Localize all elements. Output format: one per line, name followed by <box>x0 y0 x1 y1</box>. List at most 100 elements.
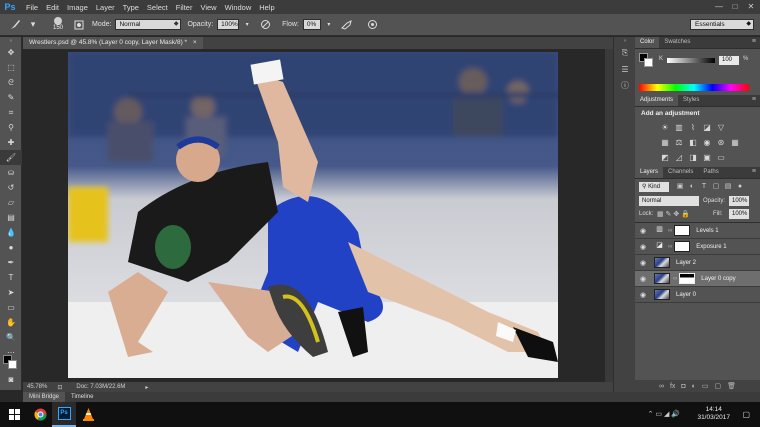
k-value-input[interactable]: 100 <box>719 56 739 65</box>
filter-kind-select[interactable]: ⚲ Kind <box>639 182 669 192</box>
filter-type-icon[interactable]: T <box>699 182 709 192</box>
flow-input[interactable]: 0% <box>302 19 321 30</box>
zoom-tool-icon[interactable]: 🔍 <box>0 330 22 345</box>
properties-panel-icon[interactable]: ☰ <box>614 61 636 77</box>
brush-tool-icon[interactable]: 🖌 <box>0 150 22 165</box>
filter-shape-icon[interactable]: ▢ <box>711 182 721 192</box>
crop-tool-icon[interactable]: ⌗ <box>0 105 22 120</box>
color-lookup-icon[interactable]: ▦ <box>729 137 741 148</box>
filter-toggle-icon[interactable]: ● <box>735 182 745 192</box>
curves-icon[interactable]: ⌇ <box>687 122 699 133</box>
path-select-tool-icon[interactable]: ➤ <box>0 285 22 300</box>
tab-mini-bridge[interactable]: Mini Bridge <box>23 392 66 402</box>
filter-adjustment-icon[interactable]: ◐ <box>687 182 697 192</box>
filter-smart-object-icon[interactable]: ▤ <box>723 182 733 192</box>
close-tab-icon[interactable]: × <box>193 39 197 46</box>
lasso-tool-icon[interactable]: ᘓ <box>0 75 22 90</box>
visibility-eye-icon[interactable]: ◉ <box>637 259 649 267</box>
pressure-size-icon[interactable] <box>366 18 380 32</box>
vibrance-icon[interactable]: ▽ <box>715 122 727 133</box>
filter-pixel-icon[interactable]: ▣ <box>675 182 685 192</box>
layer-opacity-input[interactable]: 100% <box>729 196 749 206</box>
brush-tool-icon[interactable] <box>8 18 22 32</box>
panel-menu-icon[interactable]: ≡ <box>752 38 756 45</box>
layer-row-exposure-1[interactable]: ◉ ◪ ∞ Exposure 1 <box>635 239 760 255</box>
vlc-taskbar-button[interactable] <box>76 402 100 427</box>
tab-timeline[interactable]: Timeline <box>65 392 99 402</box>
selective-color-icon[interactable]: ▣ <box>701 152 713 163</box>
collapse-icon[interactable]: » <box>0 37 22 45</box>
system-tray-icons[interactable]: ⌃ ▭ ◢ 🔊 <box>648 410 680 418</box>
airbrush-icon[interactable] <box>340 18 354 32</box>
taskbar-clock[interactable]: 14:14 31/03/2017 <box>697 406 730 422</box>
visibility-eye-icon[interactable]: ◉ <box>637 275 649 283</box>
menu-type[interactable]: Type <box>123 3 139 12</box>
tab-layers[interactable]: Layers <box>635 167 664 178</box>
menu-edit[interactable]: Edit <box>46 3 59 12</box>
photo-filter-icon[interactable]: ◉ <box>701 137 713 148</box>
menu-layer[interactable]: Layer <box>96 3 115 12</box>
flow-dropdown-icon[interactable]: ▾ <box>322 18 336 32</box>
gradient-tool-icon[interactable]: ▤ <box>0 210 22 225</box>
vertical-scrollbar[interactable] <box>605 49 613 382</box>
menu-file[interactable]: File <box>26 3 38 12</box>
history-brush-tool-icon[interactable]: ↺ <box>0 180 22 195</box>
menu-view[interactable]: View <box>200 3 216 12</box>
minimize-button[interactable]: — <box>712 1 726 12</box>
menu-filter[interactable]: Filter <box>176 3 193 12</box>
exposure-icon[interactable]: ◪ <box>701 122 713 133</box>
visibility-eye-icon[interactable]: ◉ <box>637 291 649 299</box>
new-group-icon[interactable]: ▭ <box>702 382 709 390</box>
eraser-tool-icon[interactable]: ▱ <box>0 195 22 210</box>
tab-styles[interactable]: Styles <box>678 95 704 106</box>
opacity-input[interactable]: 100% <box>217 19 240 30</box>
layer-row-layer-0[interactable]: ◉ Layer 0 <box>635 287 760 303</box>
brush-panel-icon[interactable] <box>72 18 86 32</box>
tab-swatches[interactable]: Swatches <box>659 37 695 48</box>
pressure-opacity-icon[interactable] <box>258 18 272 32</box>
layer-row-levels-1[interactable]: ◉ ▥ ∞ Levels 1 <box>635 223 760 239</box>
color-spectrum-bar[interactable] <box>639 84 749 91</box>
marquee-tool-icon[interactable]: ⬚ <box>0 60 22 75</box>
gradient-map-icon[interactable]: ▭ <box>715 152 727 163</box>
layer-mask-thumbnail[interactable] <box>679 273 696 284</box>
layer-style-icon[interactable]: fx <box>670 383 675 390</box>
menu-window[interactable]: Window <box>225 3 252 12</box>
threshold-icon[interactable]: ◨ <box>687 152 699 163</box>
document-tab[interactable]: Wrestlers.psd @ 45.8% (Layer 0 copy, Lay… <box>23 37 203 49</box>
visibility-eye-icon[interactable]: ◉ <box>637 227 649 235</box>
collapse-icon[interactable]: « <box>614 37 636 45</box>
type-tool-icon[interactable]: T <box>0 270 22 285</box>
quick-mask-icon[interactable]: ◙ <box>0 372 22 387</box>
channel-mixer-icon[interactable]: ⊛ <box>715 137 727 148</box>
info-panel-icon[interactable]: ⓘ <box>614 77 636 93</box>
layer-mask-thumbnail[interactable] <box>674 241 691 252</box>
lock-transparent-icon[interactable]: ▦ ✎ ✥ 🔒 <box>657 210 690 218</box>
opacity-dropdown-icon[interactable]: ▾ <box>240 18 254 32</box>
photoshop-taskbar-button[interactable]: Ps <box>52 402 76 427</box>
hand-tool-icon[interactable]: ✋ <box>0 315 22 330</box>
tab-adjustments[interactable]: Adjustments <box>635 95 679 106</box>
pen-tool-icon[interactable]: ✒ <box>0 255 22 270</box>
new-adjustment-icon[interactable]: ◐ <box>692 383 696 390</box>
visibility-eye-icon[interactable]: ◉ <box>637 243 649 251</box>
status-arrow-icon[interactable]: ▸ <box>145 384 148 391</box>
tab-paths[interactable]: Paths <box>698 167 723 178</box>
workspace-select[interactable]: Essentials ◆ <box>690 19 754 30</box>
zoom-level[interactable]: 45.78% <box>27 384 47 390</box>
status-menu-icon[interactable]: ⊡ <box>57 384 62 391</box>
levels-icon[interactable]: ▥ <box>673 122 685 133</box>
link-layers-icon[interactable]: ∞ <box>659 383 664 390</box>
maximize-button[interactable]: □ <box>728 1 742 12</box>
brightness-contrast-icon[interactable]: ☀ <box>659 122 671 133</box>
black-white-icon[interactable]: ◧ <box>687 137 699 148</box>
background-color-swatch[interactable] <box>8 360 17 369</box>
layer-row-layer-0-copy[interactable]: ◉ ∞ Layer 0 copy <box>635 271 760 287</box>
menu-image[interactable]: Image <box>67 3 88 12</box>
tab-channels[interactable]: Channels <box>663 167 698 178</box>
panel-menu-icon[interactable]: ≡ <box>752 96 756 103</box>
hue-saturation-icon[interactable]: ▦ <box>659 137 671 148</box>
layer-mask-thumbnail[interactable] <box>674 225 691 236</box>
add-mask-icon[interactable]: ◘ <box>681 383 685 390</box>
color-balance-icon[interactable]: ⚖ <box>673 137 685 148</box>
